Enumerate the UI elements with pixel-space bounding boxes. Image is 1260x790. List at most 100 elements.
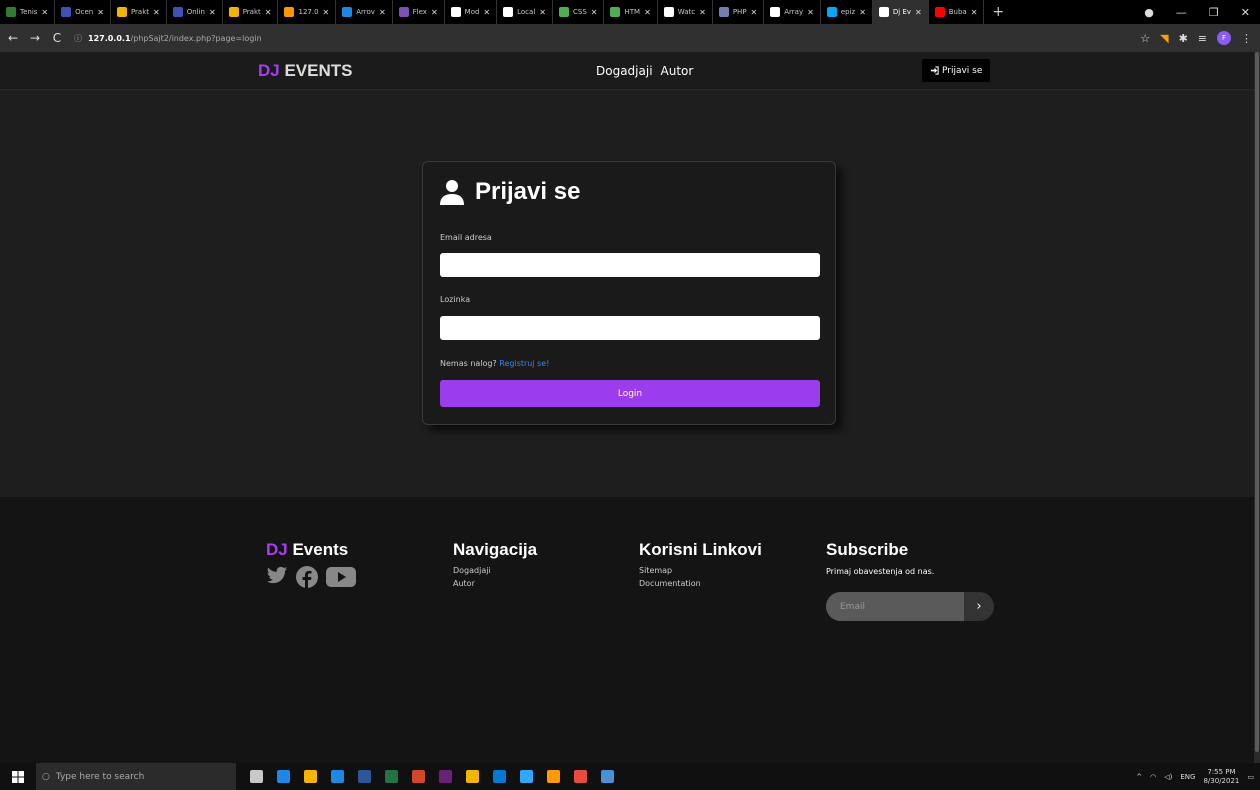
tab-close-icon[interactable]: ✕ — [699, 8, 706, 17]
profile-avatar[interactable]: F — [1217, 31, 1231, 45]
footer-link-documentation[interactable]: Documentation — [639, 579, 762, 588]
taskbar-app-icon[interactable] — [547, 770, 560, 783]
taskbar-app-icon[interactable] — [277, 770, 290, 783]
browser-tab[interactable]: Local ✕ — [497, 0, 553, 24]
tab-favicon-icon — [878, 7, 889, 17]
tab-close-icon[interactable]: ✕ — [209, 8, 216, 17]
browser-tab[interactable]: PHP ✕ — [713, 0, 765, 24]
taskbar-app-icon[interactable] — [250, 770, 263, 783]
url-field[interactable]: ⓘ 127.0.0.1/phpSajt2/index.php?page=logi… — [74, 33, 262, 44]
puzzle-icon[interactable]: ✱ — [1179, 32, 1188, 45]
tab-close-icon[interactable]: ✕ — [859, 8, 866, 17]
taskbar-app-icon[interactable] — [466, 770, 479, 783]
browser-tab[interactable]: Flex ✕ — [393, 0, 445, 24]
taskbar-search[interactable]: ○ Type here to search — [36, 763, 236, 790]
taskbar-app-icon[interactable] — [574, 770, 587, 783]
browser-tab[interactable]: Watc ✕ — [658, 0, 713, 24]
tab-label: PHP — [732, 8, 747, 16]
taskbar-app-icon[interactable] — [493, 770, 506, 783]
tab-favicon-icon — [450, 7, 461, 17]
tab-close-icon[interactable]: ✕ — [153, 8, 160, 17]
tab-close-icon[interactable]: ✕ — [591, 8, 598, 17]
taskbar-app-icon[interactable] — [331, 770, 344, 783]
twitter-icon[interactable] — [266, 566, 288, 586]
language-indicator[interactable]: ENG — [1180, 773, 1195, 781]
tab-close-icon[interactable]: ✕ — [971, 8, 978, 17]
header-login-button[interactable]: Prijavi se — [922, 59, 991, 82]
taskbar-app-icon[interactable] — [439, 770, 452, 783]
site-logo[interactable]: DJ EVENTS — [258, 61, 352, 81]
browser-tab[interactable]: HTM ✕ — [604, 0, 658, 24]
tab-close-icon[interactable]: ✕ — [431, 8, 438, 17]
browser-tab[interactable]: Buba ✕ — [929, 0, 985, 24]
password-field[interactable] — [440, 316, 820, 340]
footer-useful-title: Korisni Linkovi — [639, 540, 762, 559]
nav-link-dogadjaji[interactable]: Dogadjaji — [596, 64, 653, 78]
subscribe-email-input[interactable]: Email — [826, 592, 964, 621]
nav-link-autor[interactable]: Autor — [661, 64, 694, 78]
footer-link-sitemap[interactable]: Sitemap — [639, 566, 762, 575]
taskbar-app-icon[interactable] — [385, 770, 398, 783]
bookmark-star-icon[interactable]: ☆ — [1140, 32, 1150, 45]
tab-close-icon[interactable]: ✕ — [644, 8, 651, 17]
login-button[interactable]: Login — [440, 380, 820, 407]
minimize-icon[interactable]: — — [1176, 6, 1187, 19]
forward-icon[interactable]: → — [26, 31, 44, 45]
browser-tab[interactable]: Prakt ✕ — [223, 0, 279, 24]
notifications-icon[interactable]: ▭ — [1247, 773, 1254, 781]
tab-close-icon[interactable]: ✕ — [323, 8, 330, 17]
search-icon: ○ — [42, 771, 50, 782]
browser-tab[interactable]: Prakt ✕ — [111, 0, 167, 24]
close-window-icon[interactable]: ✕ — [1241, 6, 1250, 19]
taskbar-app-icon[interactable] — [304, 770, 317, 783]
register-link[interactable]: Registruj se! — [499, 359, 549, 368]
browser-tab[interactable]: Arrov ✕ — [336, 0, 393, 24]
scrollbar-thumb[interactable] — [1255, 52, 1259, 752]
browser-tab[interactable]: CSS ✕ — [553, 0, 605, 24]
tab-close-icon[interactable]: ✕ — [265, 8, 272, 17]
taskbar-app-icon[interactable] — [520, 770, 533, 783]
page-scrollbar[interactable] — [1254, 52, 1260, 763]
volume-icon[interactable]: ◁) — [1164, 773, 1172, 781]
playlist-icon[interactable]: ≡ — [1198, 32, 1207, 45]
new-tab-icon[interactable]: + — [984, 4, 1012, 20]
tab-close-icon[interactable]: ✕ — [97, 8, 104, 17]
info-icon[interactable]: ⓘ — [74, 33, 82, 44]
taskbar-app-icon[interactable] — [358, 770, 371, 783]
tab-close-icon[interactable]: ✕ — [539, 8, 546, 17]
browser-tab[interactable]: Mod ✕ — [445, 0, 498, 24]
tab-close-icon[interactable]: ✕ — [483, 8, 490, 17]
browser-tab[interactable]: 127.0 ✕ — [278, 0, 337, 24]
footer-link-dogadjaji[interactable]: Dogadjaji — [453, 566, 537, 575]
taskbar-app-icon[interactable] — [412, 770, 425, 783]
footer-link-autor[interactable]: Autor — [453, 579, 537, 588]
extension-icon[interactable]: ● — [1144, 6, 1154, 19]
browser-tab[interactable]: Tenis ✕ — [0, 0, 56, 24]
tab-close-icon[interactable]: ✕ — [751, 8, 758, 17]
subscribe-submit-button[interactable]: › — [964, 592, 994, 621]
browser-tab[interactable]: Ocen ✕ — [55, 0, 111, 24]
tray-chevron-icon[interactable]: ^ — [1136, 773, 1142, 781]
browser-tab[interactable]: Dj Ev ✕ — [872, 0, 929, 24]
tab-close-icon[interactable]: ✕ — [41, 8, 48, 17]
menu-dots-icon[interactable]: ⋮ — [1241, 32, 1252, 45]
reload-icon[interactable]: C — [48, 31, 66, 45]
browser-tab[interactable]: Array ✕ — [764, 0, 821, 24]
tab-close-icon[interactable]: ✕ — [915, 8, 922, 17]
rss-icon[interactable]: ◥ — [1160, 32, 1168, 45]
browser-tab[interactable]: epiz ✕ — [821, 0, 873, 24]
wifi-icon[interactable]: ◠ — [1150, 773, 1156, 781]
windows-start-button[interactable] — [0, 770, 36, 783]
tab-label: Dj Ev — [892, 8, 912, 16]
email-field[interactable] — [440, 253, 820, 277]
youtube-icon[interactable] — [326, 566, 356, 588]
taskbar-app-icon[interactable] — [601, 770, 614, 783]
facebook-icon[interactable] — [296, 566, 318, 588]
back-icon[interactable]: ← — [4, 31, 22, 45]
clock[interactable]: 7:55 PM 8/30/2021 — [1203, 768, 1239, 786]
browser-tab[interactable]: Onlin ✕ — [167, 0, 223, 24]
restore-icon[interactable]: ❐ — [1209, 6, 1219, 19]
tab-close-icon[interactable]: ✕ — [807, 8, 814, 17]
tab-label: HTM — [624, 8, 641, 16]
tab-close-icon[interactable]: ✕ — [379, 8, 386, 17]
